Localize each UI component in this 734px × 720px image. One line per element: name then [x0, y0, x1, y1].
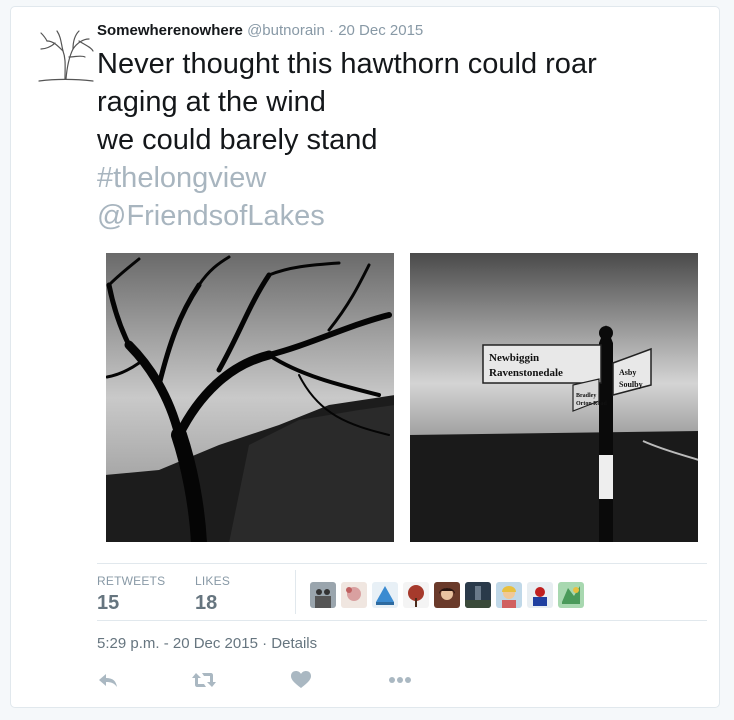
timestamp-separator: · — [257, 635, 272, 652]
retweet-button[interactable] — [191, 669, 221, 699]
more-icon — [389, 677, 411, 683]
details-link[interactable]: Details — [271, 635, 317, 652]
liker-avatar[interactable] — [403, 582, 429, 608]
author-handle[interactable]: @butnorain — [247, 22, 325, 39]
liker-avatar[interactable] — [434, 582, 460, 608]
likes-label: LIKES — [195, 574, 231, 588]
hashtag-link[interactable]: #thelongview — [97, 159, 697, 197]
tweet-actions — [97, 669, 497, 699]
liker-avatar[interactable] — [558, 582, 584, 608]
liker-avatar[interactable] — [372, 582, 398, 608]
reply-icon — [99, 674, 117, 687]
liker-avatar[interactable] — [465, 582, 491, 608]
retweets-stat[interactable]: RETWEETS 15 — [97, 574, 165, 615]
mention-link[interactable]: @FriendsofLakes — [97, 197, 697, 235]
stats-divider — [295, 570, 296, 614]
reply-button[interactable] — [97, 669, 127, 699]
media-grid: Newbiggin Ravenstonedale Asby Soulby Bra… — [99, 245, 705, 549]
tweet-date[interactable]: 20 Dec 2015 — [338, 22, 423, 39]
liker-avatar[interactable] — [341, 582, 367, 608]
avatar[interactable] — [35, 27, 97, 85]
sign-arm-small-1: Asby — [619, 368, 636, 377]
tweet-card: Somewherenowhere @butnorain · 20 Dec 201… — [10, 6, 720, 708]
sign-arm-side-1: Bradley — [576, 393, 596, 399]
author-name[interactable]: Somewherenowhere — [97, 22, 243, 39]
tree-logo-icon — [38, 30, 94, 82]
signpost-image: Newbiggin Ravenstonedale Asby Soulby Bra… — [403, 245, 705, 549]
sign-arm-small-2: Soulby — [619, 380, 643, 389]
likes-stat[interactable]: LIKES 18 — [195, 574, 230, 615]
sign-text-2: Ravenstonedale — [489, 367, 563, 379]
retweets-count: 15 — [97, 592, 120, 614]
tweet-timestamp: 5:29 p.m. - 20 Dec 2015 · Details — [97, 635, 317, 652]
tweet-header: Somewherenowhere @butnorain · 20 Dec 201… — [97, 22, 423, 39]
retweets-label: RETWEETS — [97, 574, 166, 588]
liker-avatar[interactable] — [496, 582, 522, 608]
signpost-photo[interactable]: Newbiggin Ravenstonedale Asby Soulby Bra… — [403, 245, 705, 549]
like-button[interactable] — [290, 669, 320, 699]
tweet-text-line: raging at the wind — [97, 86, 326, 118]
liker-avatar[interactable] — [527, 582, 553, 608]
timestamp-text: 5:29 p.m. - 20 Dec 2015 — [97, 635, 258, 652]
retweet-icon — [192, 673, 216, 687]
sign-arm-side-2: Orton Road — [576, 401, 607, 407]
liker-avatar[interactable] — [310, 582, 336, 608]
tweet-text-line: Never thought this hawthorn could roar — [97, 48, 597, 80]
liker-avatars — [310, 582, 584, 608]
tweet-stats: RETWEETS 15 LIKES 18 — [97, 563, 707, 621]
tree-photo[interactable] — [99, 245, 401, 549]
likes-count: 18 — [195, 592, 218, 614]
header-separator: · — [329, 22, 335, 39]
tweet-text-line: we could barely stand — [97, 124, 378, 156]
sign-text-1: Newbiggin — [489, 352, 539, 364]
tweet-text: Never thought this hawthorn could roar r… — [97, 45, 697, 235]
more-button[interactable] — [387, 669, 417, 699]
tree-image — [99, 245, 401, 549]
heart-icon — [291, 671, 311, 688]
